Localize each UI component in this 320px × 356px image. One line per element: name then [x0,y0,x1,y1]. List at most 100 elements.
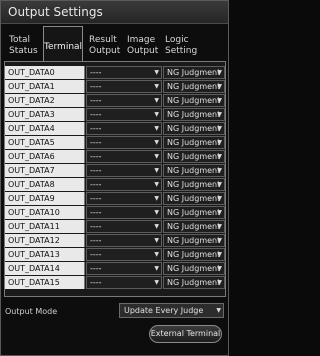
item-value: ---- [90,264,102,273]
judgment-select[interactable]: NG Judgment ▼ [163,136,225,149]
terminal-name: OUT_DATA10 [5,206,85,219]
item-select[interactable]: ---- ▼ [86,192,162,205]
judgment-select[interactable]: NG Judgment ▼ [163,80,225,93]
chevron-down-icon: ▼ [154,83,159,90]
item-select[interactable]: ---- ▼ [86,262,162,275]
chevron-down-icon: ▼ [154,209,159,216]
item-value: ---- [90,166,102,175]
chevron-down-icon: ▼ [217,125,222,132]
judgment-select[interactable]: NG Judgment ▼ [163,234,225,247]
item-value: ---- [90,278,102,287]
item-select[interactable]: ---- ▼ [86,248,162,261]
item-value: ---- [90,250,102,259]
chevron-down-icon: ▼ [217,139,222,146]
item-select[interactable]: ---- ▼ [86,276,162,289]
table-row: OUT_DATA4 ---- ▼ NG Judgment ▼ [5,122,225,136]
tab-label-line1: Total [9,35,31,45]
judgment-select[interactable]: NG Judgment ▼ [163,192,225,205]
terminal-name: OUT_DATA7 [5,164,85,177]
output-mode-select[interactable]: Update Every Judge ▼ [119,303,224,318]
terminal-name: OUT_DATA9 [5,192,85,205]
table-row: OUT_DATA14 ---- ▼ NG Judgment ▼ [5,262,225,276]
judgment-value: NG Judgment [167,82,221,91]
chevron-down-icon: ▼ [217,83,222,90]
table-row: OUT_DATA10 ---- ▼ NG Judgment ▼ [5,206,225,220]
output-mode-value: Update Every Judge [124,306,204,315]
table-row: OUT_DATA12 ---- ▼ NG Judgment ▼ [5,234,225,248]
output-mode-label: Output Mode [5,307,58,316]
chevron-down-icon: ▼ [154,279,159,286]
judgment-select[interactable]: NG Judgment ▼ [163,164,225,177]
item-value: ---- [90,194,102,203]
item-select[interactable]: ---- ▼ [86,94,162,107]
item-select[interactable]: ---- ▼ [86,178,162,191]
tab-result-output[interactable]: Result Output [89,29,123,61]
terminal-table: OUT_DATA0 ---- ▼ NG Judgment ▼ OUT_DATA1 -… [4,61,226,297]
item-value: ---- [90,124,102,133]
item-select[interactable]: ---- ▼ [86,122,162,135]
judgment-select[interactable]: NG Judgment ▼ [163,206,225,219]
tab-label-line1: Result [89,35,117,45]
terminal-name: OUT_DATA6 [5,150,85,163]
item-value: ---- [90,68,102,77]
judgment-value: NG Judgment [167,222,221,231]
chevron-down-icon: ▼ [154,181,159,188]
item-value: ---- [90,110,102,119]
item-value: ---- [90,236,102,245]
chevron-down-icon: ▼ [217,223,222,230]
item-select[interactable]: ---- ▼ [86,108,162,121]
judgment-select[interactable]: NG Judgment ▼ [163,94,225,107]
chevron-down-icon: ▼ [217,265,222,272]
chevron-down-icon: ▼ [217,209,222,216]
item-select[interactable]: ---- ▼ [86,150,162,163]
table-row: OUT_DATA0 ---- ▼ NG Judgment ▼ [5,66,225,80]
tab-label-line2: Output [127,46,159,56]
tab-label-line2: Setting [165,46,198,56]
chevron-down-icon: ▼ [154,237,159,244]
item-value: ---- [90,222,102,231]
judgment-value: NG Judgment [167,250,221,259]
table-row: OUT_DATA7 ---- ▼ NG Judgment ▼ [5,164,225,178]
tab-image-output[interactable]: Image Output [127,29,161,61]
terminal-name: OUT_DATA0 [5,66,85,79]
tab-logic-setting[interactable]: Logic Setting [165,29,203,61]
chevron-down-icon: ▼ [154,111,159,118]
judgment-select[interactable]: NG Judgment ▼ [163,66,225,79]
table-row: OUT_DATA15 ---- ▼ NG Judgment ▼ [5,276,225,290]
judgment-select[interactable]: NG Judgment ▼ [163,122,225,135]
judgment-select[interactable]: NG Judgment ▼ [163,108,225,121]
item-select[interactable]: ---- ▼ [86,234,162,247]
item-select[interactable]: ---- ▼ [86,136,162,149]
judgment-select[interactable]: NG Judgment ▼ [163,150,225,163]
item-select[interactable]: ---- ▼ [86,66,162,79]
table-row: OUT_DATA2 ---- ▼ NG Judgment ▼ [5,94,225,108]
table-row: OUT_DATA6 ---- ▼ NG Judgment ▼ [5,150,225,164]
judgment-select[interactable]: NG Judgment ▼ [163,178,225,191]
judgment-select[interactable]: NG Judgment ▼ [163,276,225,289]
judgment-value: NG Judgment [167,278,221,287]
judgment-value: NG Judgment [167,68,221,77]
chevron-down-icon: ▼ [154,139,159,146]
chevron-down-icon: ▼ [217,111,222,118]
judgment-value: NG Judgment [167,236,221,245]
table-row: OUT_DATA13 ---- ▼ NG Judgment ▼ [5,248,225,262]
table-row: OUT_DATA1 ---- ▼ NG Judgment ▼ [5,80,225,94]
judgment-select[interactable]: NG Judgment ▼ [163,220,225,233]
chevron-down-icon: ▼ [217,97,222,104]
chevron-down-icon: ▼ [217,195,222,202]
item-select[interactable]: ---- ▼ [86,220,162,233]
item-select[interactable]: ---- ▼ [86,206,162,219]
terminal-name: OUT_DATA8 [5,178,85,191]
tab-terminal[interactable]: Terminal [43,26,83,63]
external-terminal-button[interactable]: External Terminal [149,325,222,343]
judgment-select[interactable]: NG Judgment ▼ [163,262,225,275]
judgment-select[interactable]: NG Judgment ▼ [163,248,225,261]
judgment-value: NG Judgment [167,124,221,133]
item-select[interactable]: ---- ▼ [86,164,162,177]
item-select[interactable]: ---- ▼ [86,80,162,93]
tab-total-status[interactable]: Total Status [9,29,43,61]
window-title: Output Settings [1,1,228,24]
chevron-down-icon: ▼ [154,97,159,104]
table-row: OUT_DATA3 ---- ▼ NG Judgment ▼ [5,108,225,122]
table-row: OUT_DATA9 ---- ▼ NG Judgment ▼ [5,192,225,206]
